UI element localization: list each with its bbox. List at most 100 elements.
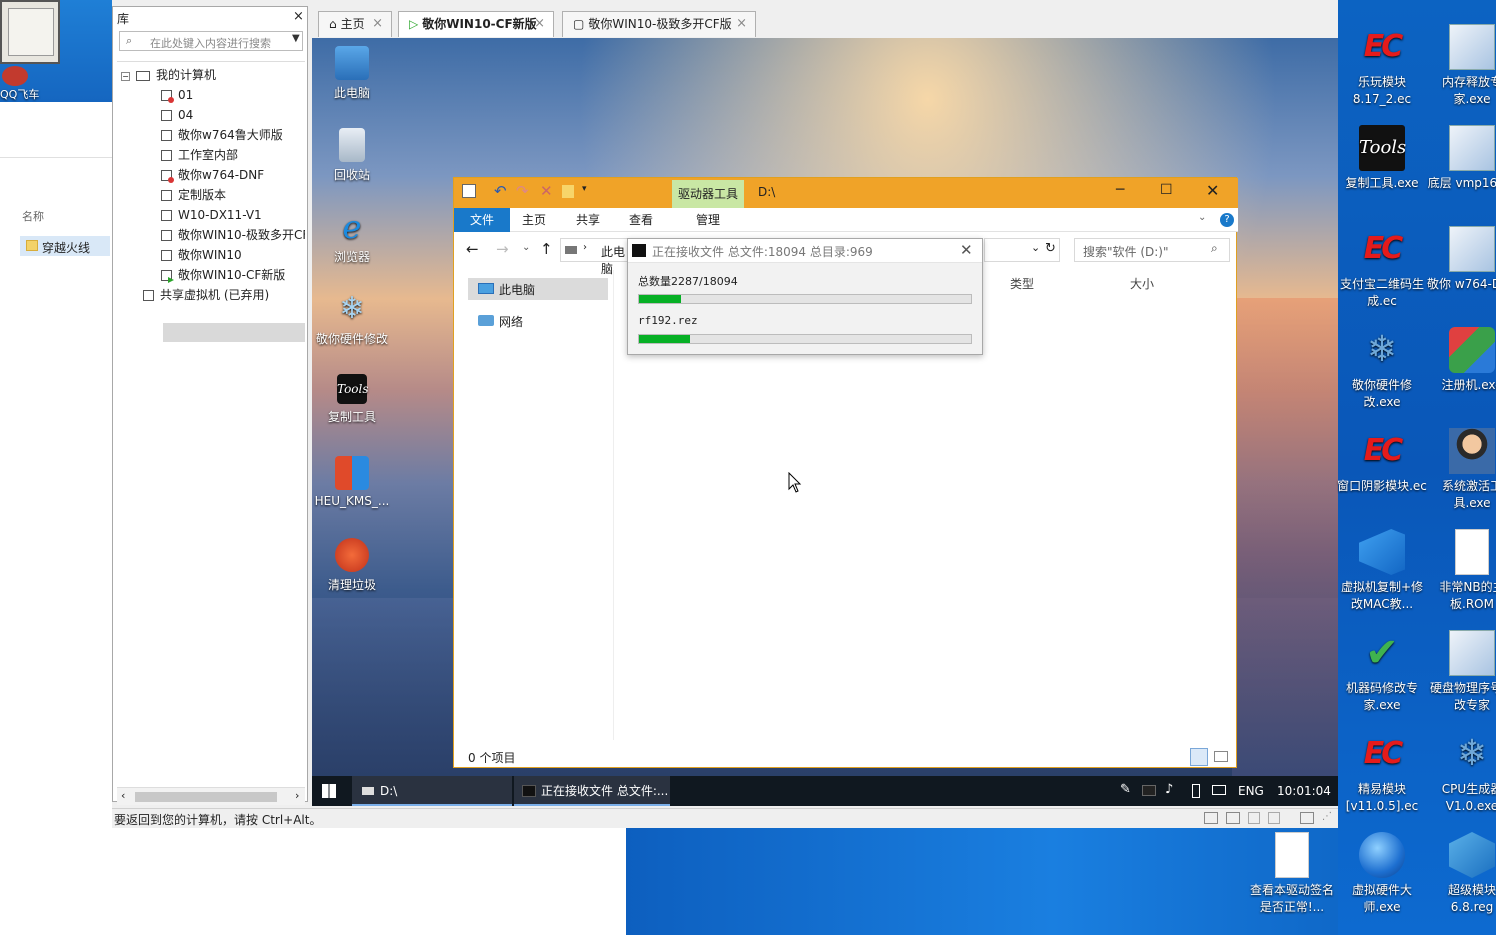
host-desktop-icon[interactable]: 硬盘物理序号修改专家: [1426, 630, 1496, 714]
tray-pen-icon[interactable]: ✎: [1120, 782, 1131, 797]
delete-icon[interactable]: ✕: [540, 182, 553, 200]
usb-icon[interactable]: [1192, 784, 1200, 798]
back-icon[interactable]: ←: [466, 240, 479, 258]
network-status-icon[interactable]: [1226, 812, 1240, 824]
tab-close-icon[interactable]: ×: [534, 12, 545, 36]
folder-item[interactable]: 穿越火线: [20, 236, 110, 256]
close-button[interactable]: ✕: [960, 241, 973, 259]
tree-item[interactable]: 敬你WIN10-极致多开CF: [161, 225, 305, 245]
tab-close-icon[interactable]: ×: [736, 12, 747, 36]
chevron-down-icon[interactable]: ⌄: [1031, 241, 1040, 254]
library-horizontal-scrollbar[interactable]: ‹ ›: [117, 787, 305, 805]
chevron-down-icon[interactable]: ▼: [292, 33, 300, 44]
nav-network[interactable]: 网络: [468, 310, 608, 332]
ribbon-tab-home[interactable]: 主页: [522, 208, 546, 232]
guest-icon-heu-kms[interactable]: HEU_KMS_...: [312, 456, 394, 508]
collapse-icon[interactable]: −: [121, 72, 130, 81]
drive-tools-context-tab[interactable]: 驱动器工具: [672, 180, 744, 208]
tray-tools-icon[interactable]: [1142, 785, 1156, 796]
address-input[interactable]: › 此电脑: [560, 238, 632, 276]
ribbon-expand-icon[interactable]: ⌄: [1198, 212, 1206, 223]
host-desktop-icon[interactable]: ❄ CPU生成器 V1.0.exe: [1426, 731, 1496, 815]
details-view-icon[interactable]: [1190, 748, 1208, 766]
host-desktop-icon[interactable]: 超级模块 6.8.reg: [1426, 832, 1496, 916]
sound-status-icon[interactable]: [1268, 812, 1280, 824]
usb-status-icon[interactable]: [1248, 812, 1260, 824]
tree-item[interactable]: 敬你w764-DNF: [161, 165, 264, 185]
host-desktop-icon[interactable]: EC 窗口阴影模块.ec: [1336, 428, 1428, 495]
ribbon-tab-manage[interactable]: 管理: [696, 208, 720, 232]
library-search-input[interactable]: ⌕ 在此处键入内容进行搜索 ▼: [119, 31, 303, 51]
tree-item[interactable]: 敬你w764鲁大师版: [161, 125, 283, 145]
qq-avatar-icon[interactable]: [2, 66, 28, 86]
column-header-name[interactable]: 名称: [22, 208, 44, 224]
ribbon-tab-view[interactable]: 查看: [629, 208, 653, 232]
host-desktop-icon[interactable]: 内存释放专家.exe: [1426, 24, 1496, 108]
host-desktop-icon[interactable]: EC 乐玩模块 8.17_2.ec: [1336, 24, 1428, 108]
windows-start-icon[interactable]: [322, 784, 336, 798]
library-close-button[interactable]: ×: [293, 9, 304, 24]
folder-icon[interactable]: [562, 185, 574, 198]
tree-item[interactable]: 工作室内部: [161, 145, 238, 165]
tree-item[interactable]: 01: [161, 85, 193, 105]
taskbar-item-explorer[interactable]: D:\: [352, 776, 512, 806]
undo-icon[interactable]: ↶: [494, 182, 507, 200]
column-header-type[interactable]: 类型: [1010, 275, 1034, 292]
host-desktop-icon[interactable]: EC 支付宝二维码生成.ec: [1336, 226, 1428, 310]
host-desktop-icon[interactable]: ✔ 机器码修改专家.exe: [1336, 630, 1428, 714]
host-desktop-icon[interactable]: 查看本驱动签名是否正常!...: [1246, 832, 1338, 916]
refresh-icon[interactable]: ↻: [1045, 241, 1056, 256]
close-button[interactable]: ✕: [1206, 181, 1219, 200]
language-indicator[interactable]: ENG: [1238, 776, 1264, 806]
tab-vm[interactable]: ▢ 敬你WIN10-极致多开CF版 ×: [562, 11, 756, 37]
tab-home[interactable]: ⌂ 主页 ×: [318, 11, 392, 37]
guest-icon-clean[interactable]: 清理垃圾: [312, 538, 394, 593]
tree-item[interactable]: 04: [161, 105, 193, 125]
host-desktop-icon[interactable]: 虚拟硬件大师.exe: [1336, 832, 1428, 916]
scroll-thumb[interactable]: [135, 792, 277, 802]
guest-icon-copy-tool[interactable]: Tools 复制工具: [312, 374, 394, 425]
address-dropdown[interactable]: ⌄ ↻: [984, 238, 1060, 262]
up-icon[interactable]: ↑: [540, 240, 553, 258]
taskbar-item-transfer[interactable]: 正在接收文件 总文件:...: [514, 776, 670, 806]
tree-item[interactable]: W10-DX11-V1: [161, 205, 262, 225]
tree-item[interactable]: 敬你WIN10: [161, 245, 242, 265]
transfer-titlebar[interactable]: 正在接收文件 总文件:18094 总目录:969 ✕: [628, 239, 982, 263]
host-desktop-icon[interactable]: 非常NB的主板.ROM: [1426, 529, 1496, 613]
host-desktop-icon[interactable]: 虚拟机复制+修改MAC教...: [1336, 529, 1428, 613]
chevron-down-icon[interactable]: ▾: [582, 184, 587, 194]
explorer-search-input[interactable]: 搜索"软件 (D:)" ⌕: [1074, 238, 1230, 262]
host-desktop-icon[interactable]: 注册机.exe: [1426, 327, 1496, 394]
explorer-titlebar[interactable]: ↶ ↷ ✕ ▾ 驱动器工具 D:\ ─ ☐ ✕: [454, 178, 1238, 208]
volume-icon[interactable]: ♪: [1165, 782, 1173, 797]
host-desktop-icon[interactable]: Tools 复制工具.exe: [1336, 125, 1428, 192]
hdd-status-icon[interactable]: [1204, 812, 1218, 824]
tree-root[interactable]: − 我的计算机: [121, 65, 216, 85]
qq-window[interactable]: [0, 0, 60, 64]
guest-icon-hw-modify[interactable]: ❄ 敬你硬件修改: [312, 292, 394, 347]
redo-icon[interactable]: ↷: [516, 182, 529, 200]
ribbon-tab-share[interactable]: 共享: [576, 208, 600, 232]
ribbon-tab-file[interactable]: 文件: [454, 208, 510, 232]
clock[interactable]: 10:01:04: [1277, 776, 1331, 806]
guest-icon-this-pc[interactable]: 此电脑: [312, 46, 394, 101]
tab-close-icon[interactable]: ×: [372, 12, 383, 36]
message-status-icon[interactable]: [1300, 812, 1314, 824]
tree-shared[interactable]: 共享虚拟机 (已弃用): [143, 285, 269, 305]
nav-this-pc[interactable]: 此电脑: [468, 278, 608, 300]
host-desktop-icon[interactable]: 系统激活工具.exe: [1426, 428, 1496, 512]
host-desktop-icon[interactable]: ❄ 敬你硬件修改.exe: [1336, 327, 1428, 411]
tree-item-selected[interactable]: 敬你WIN10-CF新版: [161, 265, 285, 285]
host-desktop-icon[interactable]: EC 精易模块 [v11.0.5].ec: [1336, 731, 1428, 815]
host-desktop-icon[interactable]: 底层 vmp16.12: [1426, 125, 1496, 192]
scroll-left-icon[interactable]: ‹: [121, 789, 125, 802]
host-desktop-icon[interactable]: 敬你 w764-DNF: [1426, 226, 1496, 293]
resize-grip-icon[interactable]: ⋰: [1322, 811, 1332, 822]
tab-active-vm[interactable]: ▷ 敬你WIN10-CF新版 ×: [398, 11, 554, 37]
tree-item[interactable]: 定制版本: [161, 185, 226, 205]
scroll-right-icon[interactable]: ›: [295, 789, 299, 802]
guest-icon-browser[interactable]: e 浏览器: [312, 210, 394, 265]
large-icons-view-icon[interactable]: [1214, 751, 1228, 762]
network-icon[interactable]: [1212, 785, 1226, 795]
guest-icon-recycle-bin[interactable]: 回收站: [312, 128, 394, 183]
